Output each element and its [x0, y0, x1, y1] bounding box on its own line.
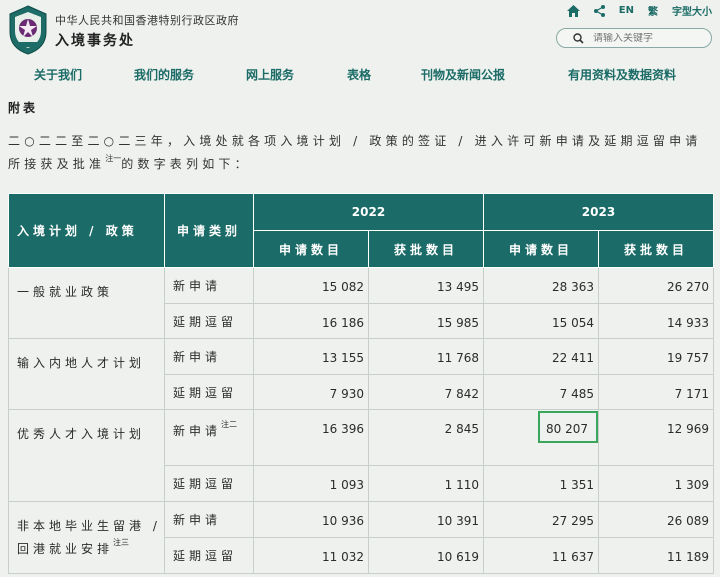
cell-value: 27 295 [483, 501, 599, 538]
table-header-row: 入境计划 / 政策 申请类别 2022 2023 [8, 193, 714, 268]
appendix-heading: 附表 [8, 101, 39, 115]
nav-useful-info-statistics[interactable]: 有用资料及数据资料 [568, 66, 676, 83]
header-scheme: 入境计划 / 政策 [8, 193, 165, 268]
home-icon[interactable] [566, 4, 580, 17]
language-en-link[interactable]: EN [619, 5, 634, 16]
cell-value: 11 032 [253, 537, 369, 574]
header-2022-received: 申请数目 [253, 230, 369, 268]
statistics-table: 入境计划 / 政策 申请类别 2022 2023 申请数目 获批数目 申请数目 … [8, 193, 714, 574]
scheme-non-local-graduates: 非本地毕业生留港 / 回港就业安排注三 [8, 501, 165, 574]
main-nav: 关于我们 我们的服务 网上服务 表格 刊物及新闻公报 有用资料及数据资料 [0, 66, 720, 86]
top-toolbar: EN 繁 字型大小 [566, 3, 712, 18]
cell-value: 15 985 [368, 303, 484, 339]
intro-paragraph: 二○二二至二○二三年，入境处就各项入境计划 / 政策的签证 / 进入许可新申请及… [8, 131, 714, 174]
cell-value: 2 845 [368, 409, 484, 466]
cell-value: 26 089 [598, 501, 714, 538]
table-row: 优秀人才入境计划 新申请注二 16 396 2 845 80 207 12 96… [8, 409, 714, 502]
table-row: 一般就业政策 新申请 15 082 13 495 28 363 26 270 [8, 267, 714, 339]
header-year-2023: 2023 [483, 193, 714, 231]
search-box[interactable] [556, 28, 712, 48]
header-2023-received: 申请数目 [483, 230, 599, 268]
cell-value: 7 485 [483, 374, 599, 410]
cell-value: 7 171 [598, 374, 714, 410]
cell-value-highlighted: 80 207 [483, 409, 599, 466]
cell-value: 1 351 [483, 465, 599, 502]
cell-value: 1 093 [253, 465, 369, 502]
scheme-label: 非本地毕业生留港 / 回港就业安排 [17, 519, 161, 556]
nav-online-services[interactable]: 网上服务 [246, 66, 294, 83]
cell-value: 16 396 [253, 409, 369, 466]
scheme-quality-migrant: 优秀人才入境计划 [8, 409, 165, 502]
highlight-box: 80 207 [538, 411, 598, 443]
language-tc-link[interactable]: 繁 [648, 3, 658, 18]
table-row: 非本地毕业生留港 / 回港就业安排注三 新申请 10 936 10 391 27… [8, 501, 714, 574]
intro-note-ref[interactable]: 注一 [105, 154, 121, 163]
nav-about-us[interactable]: 关于我们 [34, 66, 82, 83]
category-new: 新申请 [164, 338, 254, 375]
font-size-link[interactable]: 字型大小 [672, 3, 712, 18]
cell-value: 10 936 [253, 501, 369, 538]
cell-value: 15 082 [253, 267, 369, 304]
category-extension: 延期逗留 [164, 374, 254, 410]
header-year-2022: 2022 [253, 193, 484, 231]
cell-value: 26 270 [598, 267, 714, 304]
note-ref-3[interactable]: 注三 [113, 538, 129, 547]
cell-value: 13 495 [368, 267, 484, 304]
intro-text-after: 的数字表列如下： [121, 157, 251, 171]
scheme-general-employment: 一般就业政策 [8, 267, 165, 339]
cell-value: 11 189 [598, 537, 714, 574]
category-new-label: 新申请 [173, 424, 222, 438]
cell-value: 1 309 [598, 465, 714, 502]
cell-value: 15 054 [483, 303, 599, 339]
cell-value: 19 757 [598, 338, 714, 375]
government-title: 中华人民共和国香港特别行政区政府 [55, 14, 239, 27]
note-ref-2[interactable]: 注二 [221, 420, 237, 429]
category-new: 新申请 [164, 501, 254, 538]
cell-value: 16 186 [253, 303, 369, 339]
cell-value: 14 933 [598, 303, 714, 339]
share-icon[interactable] [593, 4, 605, 17]
search-icon[interactable] [573, 32, 587, 44]
cell-value: 12 969 [598, 409, 714, 466]
header-2022-approved: 获批数目 [368, 230, 484, 268]
category-new: 新申请注二 [164, 409, 254, 466]
cell-value: 10 391 [368, 501, 484, 538]
cell-value: 7 930 [253, 374, 369, 410]
nav-our-services[interactable]: 我们的服务 [134, 66, 194, 83]
cell-value: 11 768 [368, 338, 484, 375]
hkid-emblem-logo[interactable] [6, 4, 50, 56]
category-extension: 延期逗留 [164, 303, 254, 339]
category-extension: 延期逗留 [164, 465, 254, 502]
cell-value: 11 637 [483, 537, 599, 574]
category-new: 新申请 [164, 267, 254, 304]
cell-value: 7 842 [368, 374, 484, 410]
department-title[interactable]: 入境事务处 [55, 30, 135, 50]
intro-text-before: 二○二二至二○二三年，入境处就各项入境计划 / 政策的签证 / 进入许可新申请及… [8, 134, 702, 171]
table-row: 输入内地人才计划 新申请 13 155 11 768 22 411 19 757 [8, 338, 714, 410]
nav-publications-press[interactable]: 刊物及新闻公报 [421, 66, 505, 83]
header-category: 申请类别 [164, 193, 254, 268]
cell-value: 1 110 [368, 465, 484, 502]
category-extension: 延期逗留 [164, 537, 254, 574]
nav-forms[interactable]: 表格 [347, 66, 371, 83]
scheme-mainland-talents: 输入内地人才计划 [8, 338, 165, 410]
cell-value: 13 155 [253, 338, 369, 375]
header-2023-approved: 获批数目 [598, 230, 714, 268]
cell-value: 28 363 [483, 267, 599, 304]
cell-value: 10 619 [368, 537, 484, 574]
search-input[interactable] [593, 32, 703, 44]
cell-value: 22 411 [483, 338, 599, 375]
